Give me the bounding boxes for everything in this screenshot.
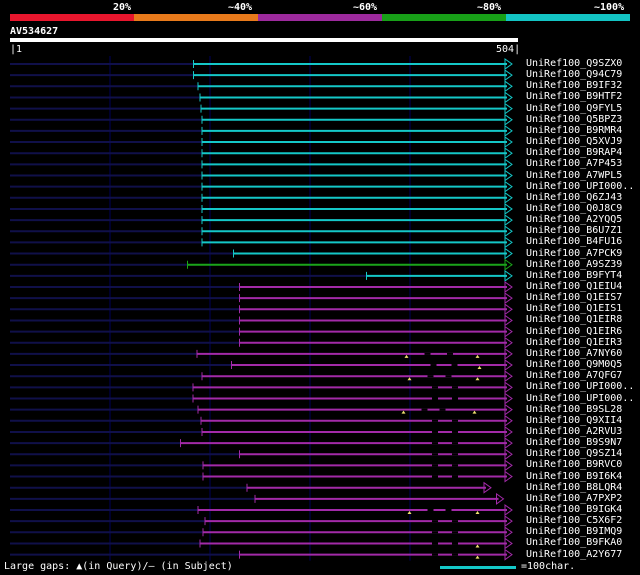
hit-label[interactable]: UniRef100_A7WPL5 [526,170,622,181]
scale-bar [440,566,516,569]
hit-label[interactable]: UniRef100_Q5XVJ9 [526,136,622,147]
hit-label[interactable]: UniRef100_B9RAP4 [526,147,622,158]
scale-label: =100char. [521,561,576,572]
hit-label[interactable]: UniRef100_Q94C79 [526,69,622,80]
hit-label[interactable]: UniRef100_A7PCK9 [526,248,622,259]
hit-label[interactable]: UniRef100_B9I6K4 [526,471,622,482]
hit-label[interactable]: UniRef100_A9SZ39 [526,259,622,270]
hit-label[interactable]: UniRef100_B4FU16 [526,236,622,247]
hit-label[interactable]: UniRef100_B9IGK4 [526,504,622,515]
hit-label[interactable]: UniRef100_B9HTF2 [526,91,622,102]
hit-label[interactable]: UniRef100_B9RMR4 [526,125,622,136]
query-gap-marker [475,555,480,559]
query-gap-marker [472,410,477,414]
query-gap-marker [407,511,412,514]
hit-label[interactable]: UniRef100_B8LQR4 [526,482,622,493]
hit-label[interactable]: UniRef100_Q9SZ14 [526,448,622,459]
query-gap-marker [401,410,406,414]
hit-label[interactable]: UniRef100_Q5BPZ3 [526,114,622,125]
query-gap-marker [475,377,480,381]
hit-label[interactable]: UniRef100_B9RVC0 [526,459,622,470]
hit-label[interactable]: UniRef100_Q1EIR6 [526,326,622,337]
hit-label[interactable]: UniRef100_A7NY60 [526,348,622,359]
hit-label[interactable]: UniRef100_Q1EIR8 [526,314,622,325]
query-gap-marker [407,377,412,381]
hit-label[interactable]: UniRef100_Q0J8C9 [526,203,622,214]
hit-label[interactable]: UniRef100_B9FKA0 [526,537,622,548]
hit-label[interactable]: UniRef100_A2YQQ5 [526,214,622,225]
gap-legend: Large gaps: ▲(in Query)/– (in Subject) [4,561,233,572]
hit-label[interactable]: UniRef100_B9IF32 [526,80,622,91]
hit-label[interactable]: UniRef100_Q6ZJ43 [526,192,622,203]
hit-label[interactable]: UniRef100_Q9FYL5 [526,103,622,114]
hit-label[interactable]: UniRef100_B9S9N7 [526,437,622,448]
hit-label[interactable]: UniRef100_B6U7Z1 [526,225,622,236]
hit-label[interactable]: UniRef100_B9FYT4 [526,270,622,281]
hit-label[interactable]: UniRef100_Q9M0Q5 [526,359,622,370]
hit-label[interactable]: UniRef100_Q1EIS7 [526,292,622,303]
hit-label[interactable]: UniRef100_Q9XII4 [526,415,622,426]
hit-label[interactable]: UniRef100_UPI000.. [526,181,634,192]
hit-label[interactable]: UniRef100_Q1EIR3 [526,337,622,348]
query-gap-marker [475,511,480,514]
hit-label[interactable]: UniRef100_B9SL28 [526,404,622,415]
hit-label[interactable]: UniRef100_A2RVU3 [526,426,622,437]
query-gap-marker [475,544,480,548]
query-gap-marker [475,354,480,358]
hit-label[interactable]: UniRef100_B9IMQ9 [526,526,622,537]
hit-label[interactable]: UniRef100_A7PXP2 [526,493,622,504]
hit-label[interactable]: UniRef100_C5X6F2 [526,515,622,526]
hit-label[interactable]: UniRef100_Q9SZX0 [526,58,622,69]
hit-label[interactable]: UniRef100_Q1EIS1 [526,303,622,314]
query-gap-marker [477,366,482,370]
hit-label[interactable]: UniRef100_Q1EIU4 [526,281,622,292]
query-gap-marker [404,354,409,358]
hit-label[interactable]: UniRef100_A2Y677 [526,549,622,560]
hit-label[interactable]: UniRef100_UPI000.. [526,393,634,404]
hit-label[interactable]: UniRef100_UPI000.. [526,381,634,392]
hit-label[interactable]: UniRef100_A7P453 [526,158,622,169]
hit-label[interactable]: UniRef100_A7QFG7 [526,370,622,381]
